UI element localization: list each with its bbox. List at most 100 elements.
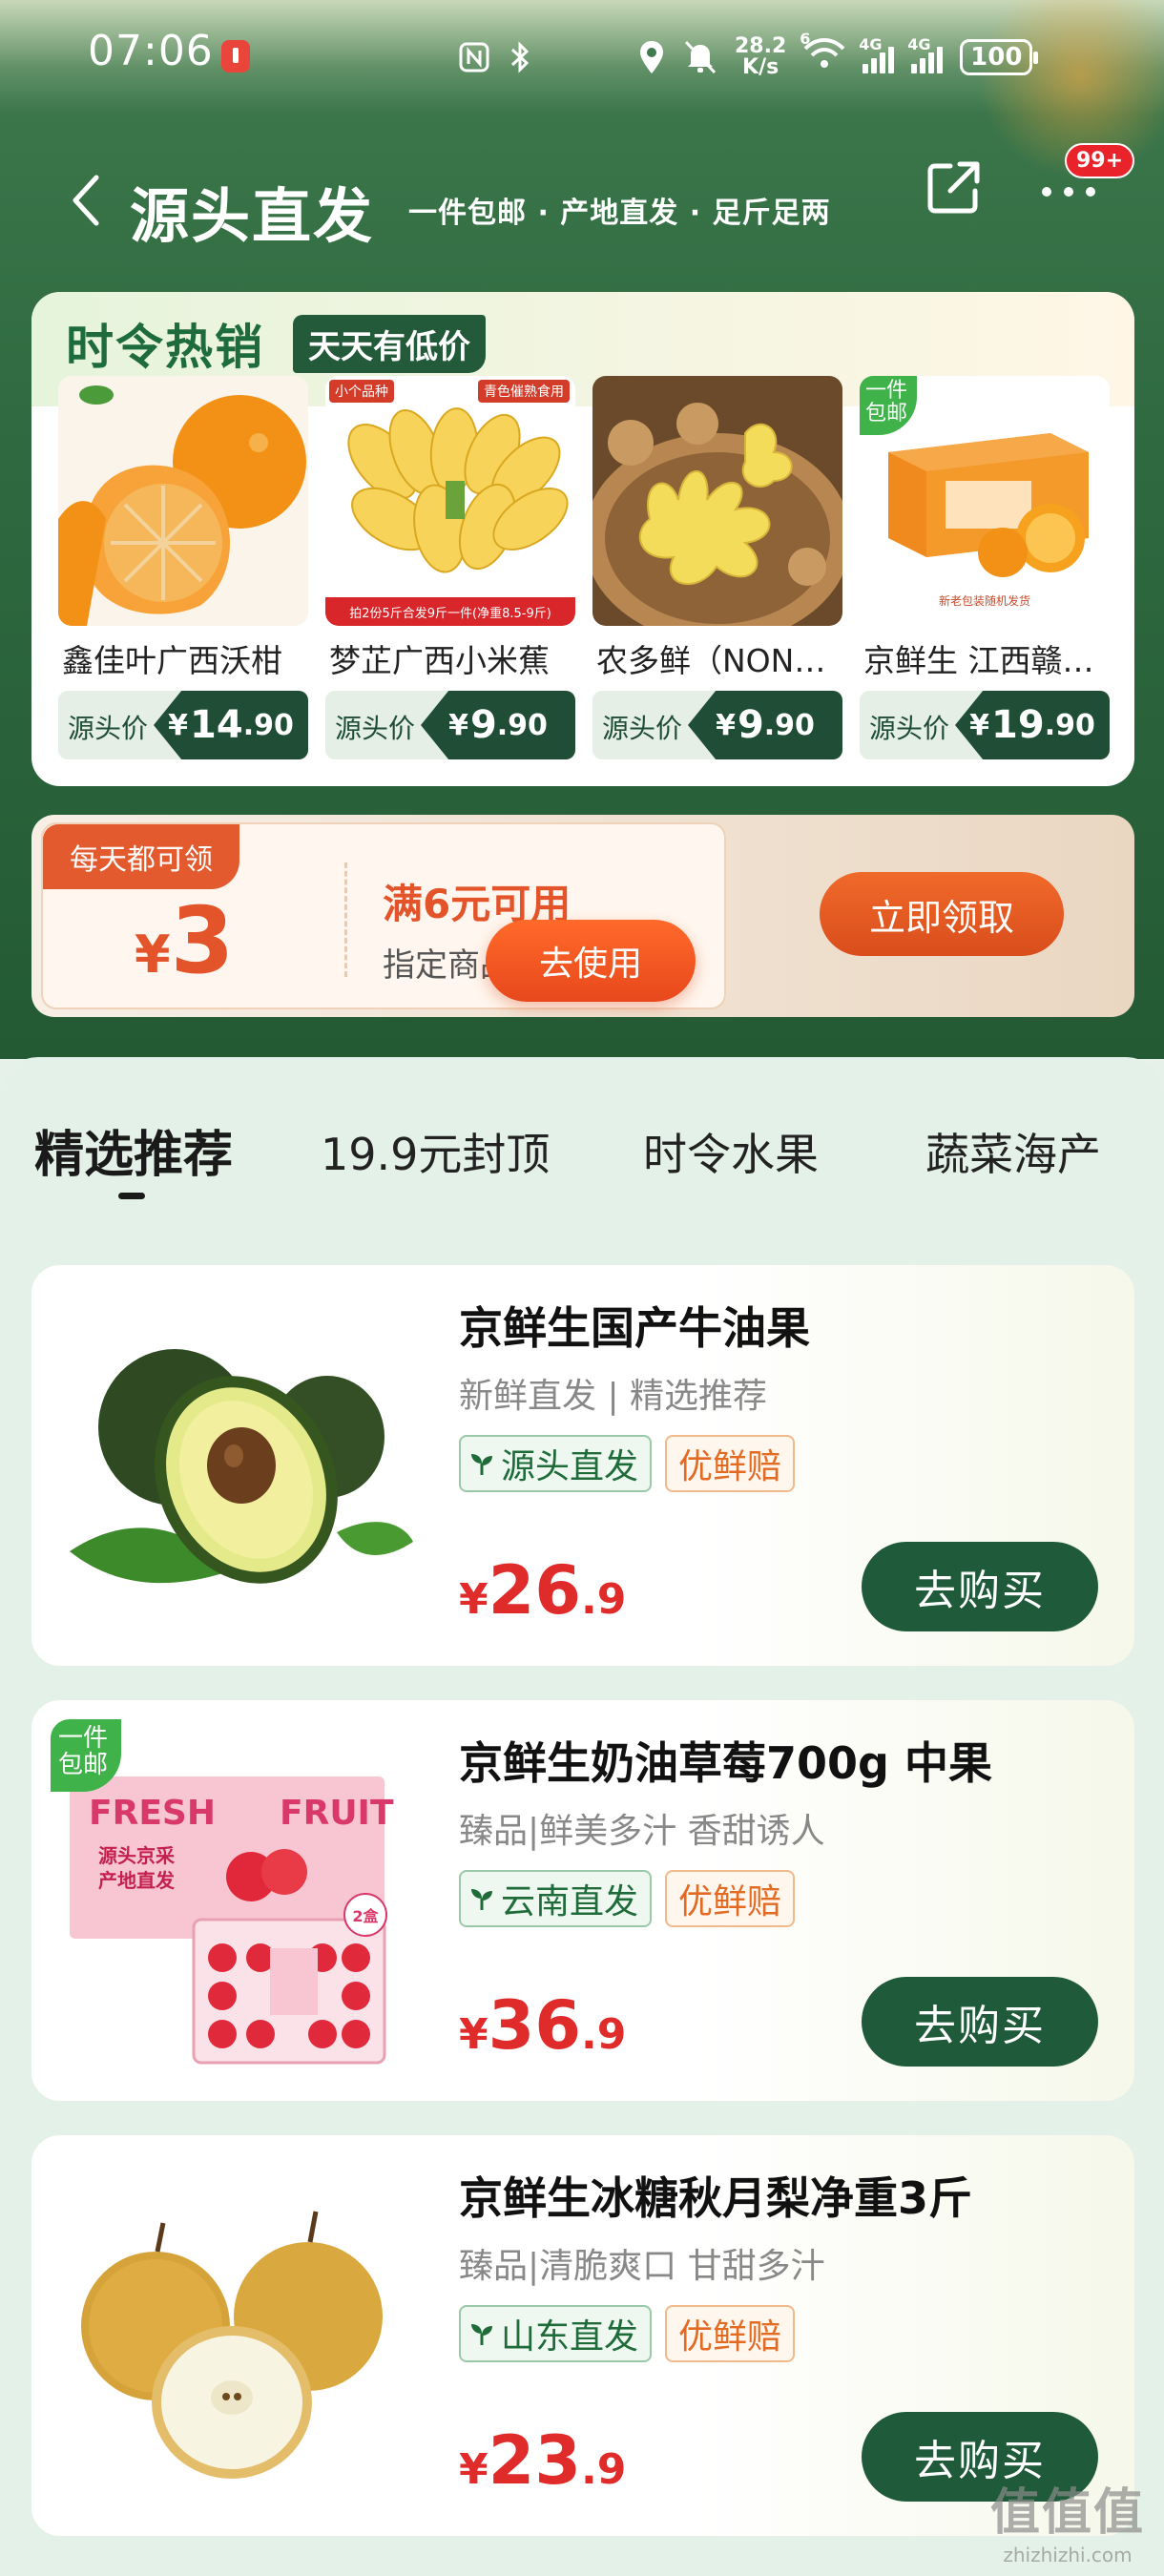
price-currency: ¥ [969,708,990,742]
hot-item[interactable]: 农多鲜（NONGDUOXIAN）生姜 源头价 ¥9.90 [592,376,842,759]
watermark-url: zhizhizhi.com [1003,2544,1133,2566]
variety-chip: 小个品种 [329,380,394,403]
hot-item-price: 源头价 ¥19.90 [860,691,1110,759]
location-icon [640,41,663,73]
origin-tag-label: 山东直发 [501,2317,639,2357]
hot-item-name: 农多鲜（NONGDUOXIAN）生姜 [596,642,842,679]
hot-sale-title: 时令热销 [66,320,264,375]
product-card[interactable]: 京鲜生冰糖秋月梨净重3斤 臻品|清脆爽口 甘甜多汁 山东直发 优鲜赔 ¥ 23 … [31,2135,1134,2536]
price-int: 36 [488,1986,582,2065]
price-value: ¥9.90 [688,691,842,759]
mini-tag-line: 一件 [58,1724,109,1753]
price-currency: ¥ [459,2445,488,2494]
price-int: 26 [488,1551,582,1630]
product-image [51,1284,413,1647]
coupon-currency: ¥ [135,924,171,985]
mini-tag-line: 一件 [865,379,908,403]
product-card[interactable]: FRESH FRUIT 源头京采 产地直发 2盒 一件 包邮 京鲜生奶油草莓700… [31,1700,1134,2101]
active-tab-indicator [118,1193,145,1199]
price-label: 源头价 [869,713,950,744]
product-price: ¥ 36 .9 [459,1986,626,2065]
product-image [58,376,308,626]
coupon-value: 3 [170,887,235,994]
hot-item-price: 源头价 ¥9.90 [325,691,575,759]
price-currency: ¥ [459,2010,488,2059]
price-int: 9 [737,703,764,747]
coupon-divider [344,862,347,977]
sprout-icon [471,2324,492,2345]
net-speed: 28.2 K/s [735,36,786,78]
coupon-banner: 每天都可领 ¥3 满6元可用 指定商品 去使用 立即领取 [31,815,1134,1017]
price-currency: ¥ [448,708,468,742]
box-text: 产地直发 [98,1869,176,1892]
tab-featured[interactable]: 精选推荐 [34,1114,233,1186]
origin-tag: 山东直发 [459,2305,653,2362]
coupon-amount: ¥3 [135,895,234,987]
status-time: 07:06 [88,27,214,75]
product-name: 京鲜生冰糖秋月梨净重3斤 [459,2172,973,2224]
category-tabs: 精选推荐 19.9元封顶 时令水果 蔬菜海产 [0,1114,1164,1210]
product-description: 新鲜直发 | 精选推荐 [459,1377,768,1416]
price-int: 14 [190,703,243,747]
origin-tag-label: 云南直发 [501,1882,639,1922]
sprout-icon [471,1454,492,1475]
price-value: ¥19.90 [955,691,1110,759]
tab-price-cap[interactable]: 19.9元封顶 [321,1120,550,1183]
pear-image [51,2154,413,2517]
avocado-image [51,1284,413,1647]
battery-icon: 100 [960,39,1039,75]
product-tags: 源头直发 优鲜赔 [459,1435,796,1492]
product-name: 京鲜生国产牛油果 [459,1302,810,1354]
tab-seasonal-fruit[interactable]: 时令水果 [643,1120,819,1183]
signal-icon: 4G [907,35,944,73]
page-title: 源头直发 [130,181,375,251]
use-coupon-button[interactable]: 去使用 [486,920,696,1002]
hot-item[interactable]: 新老包装随机发货 一件包邮 京鲜生 江西赣南脐橙 源头价 ¥19.90 [860,376,1110,759]
guarantee-tag: 优鲜赔 [665,1870,796,1927]
price-currency: ¥ [459,1575,488,1624]
ginger-image [592,376,842,626]
watermark-logo: 值值值 [989,2484,1145,2542]
back-button[interactable] [57,162,114,239]
price-int: 9 [469,703,497,747]
product-tags: 山东直发 优鲜赔 [459,2305,796,2362]
site-watermark: 值值值 zhizhizhi.com [990,2472,1145,2566]
price-value: ¥14.90 [154,691,308,759]
claim-coupon-button[interactable]: 立即领取 [820,872,1064,956]
hot-sale-tag: 天天有低价 [293,315,486,373]
hot-item[interactable]: 鑫佳叶广西沃柑 源头价 ¥14.90 [58,376,308,759]
box-text: 源头京采 [98,1844,175,1867]
box-caption: 新老包装随机发货 [939,593,1030,608]
net-speed-unit: K/s [742,55,779,79]
price-currency: ¥ [716,708,736,742]
buy-button[interactable]: 去购买 [862,1977,1098,2067]
promo-strip: 拍2份5斤合发9斤一件(净重8.5-9斤) [349,606,551,621]
guarantee-tag: 优鲜赔 [665,2305,796,2362]
hot-item-price: 源头价 ¥9.90 [592,691,842,759]
origin-tag: 云南直发 [459,1870,653,1927]
product-image [592,376,842,626]
signal-label: 4G [907,35,931,53]
message-count-badge: 99+ [1065,143,1135,178]
buy-button[interactable]: 去购买 [862,1542,1098,1631]
price-dec: .90 [496,708,548,742]
wifi-indicator: 6 [800,30,845,78]
sprout-icon [471,1889,492,1910]
origin-tag-label: 源头直发 [501,1447,639,1486]
product-image: FRESH FRUIT 源头京采 产地直发 2盒 一件 包邮 [51,1719,413,2082]
tab-vegetables-seafood[interactable]: 蔬菜海产 [925,1120,1101,1183]
product-card[interactable]: 京鲜生国产牛油果 新鲜直发 | 精选推荐 源头直发 优鲜赔 ¥ 26 .9 去购… [31,1265,1134,1666]
chevron-left-icon [73,175,99,226]
mini-tag-line: 包邮 [865,402,908,426]
more-dots-icon [1042,187,1095,197]
price-int: 19 [991,703,1045,747]
hot-item-name: 梦芷广西小米蕉 [329,642,550,679]
status-left-icons [458,29,532,86]
nfc-icon [459,42,489,73]
price-dec: .90 [242,708,294,742]
hot-item[interactable]: 拍2份5斤合发9斤一件(净重8.5-9斤) 小个品种 青色催熟食用 梦芷广西小米… [325,376,575,759]
product-name: 京鲜生奶油草莓700g 中果 [459,1737,992,1789]
price-dec: .9 [581,1575,627,1624]
hot-item-name: 京鲜生 江西赣南脐橙 [863,642,1110,679]
share-button[interactable] [924,158,990,225]
